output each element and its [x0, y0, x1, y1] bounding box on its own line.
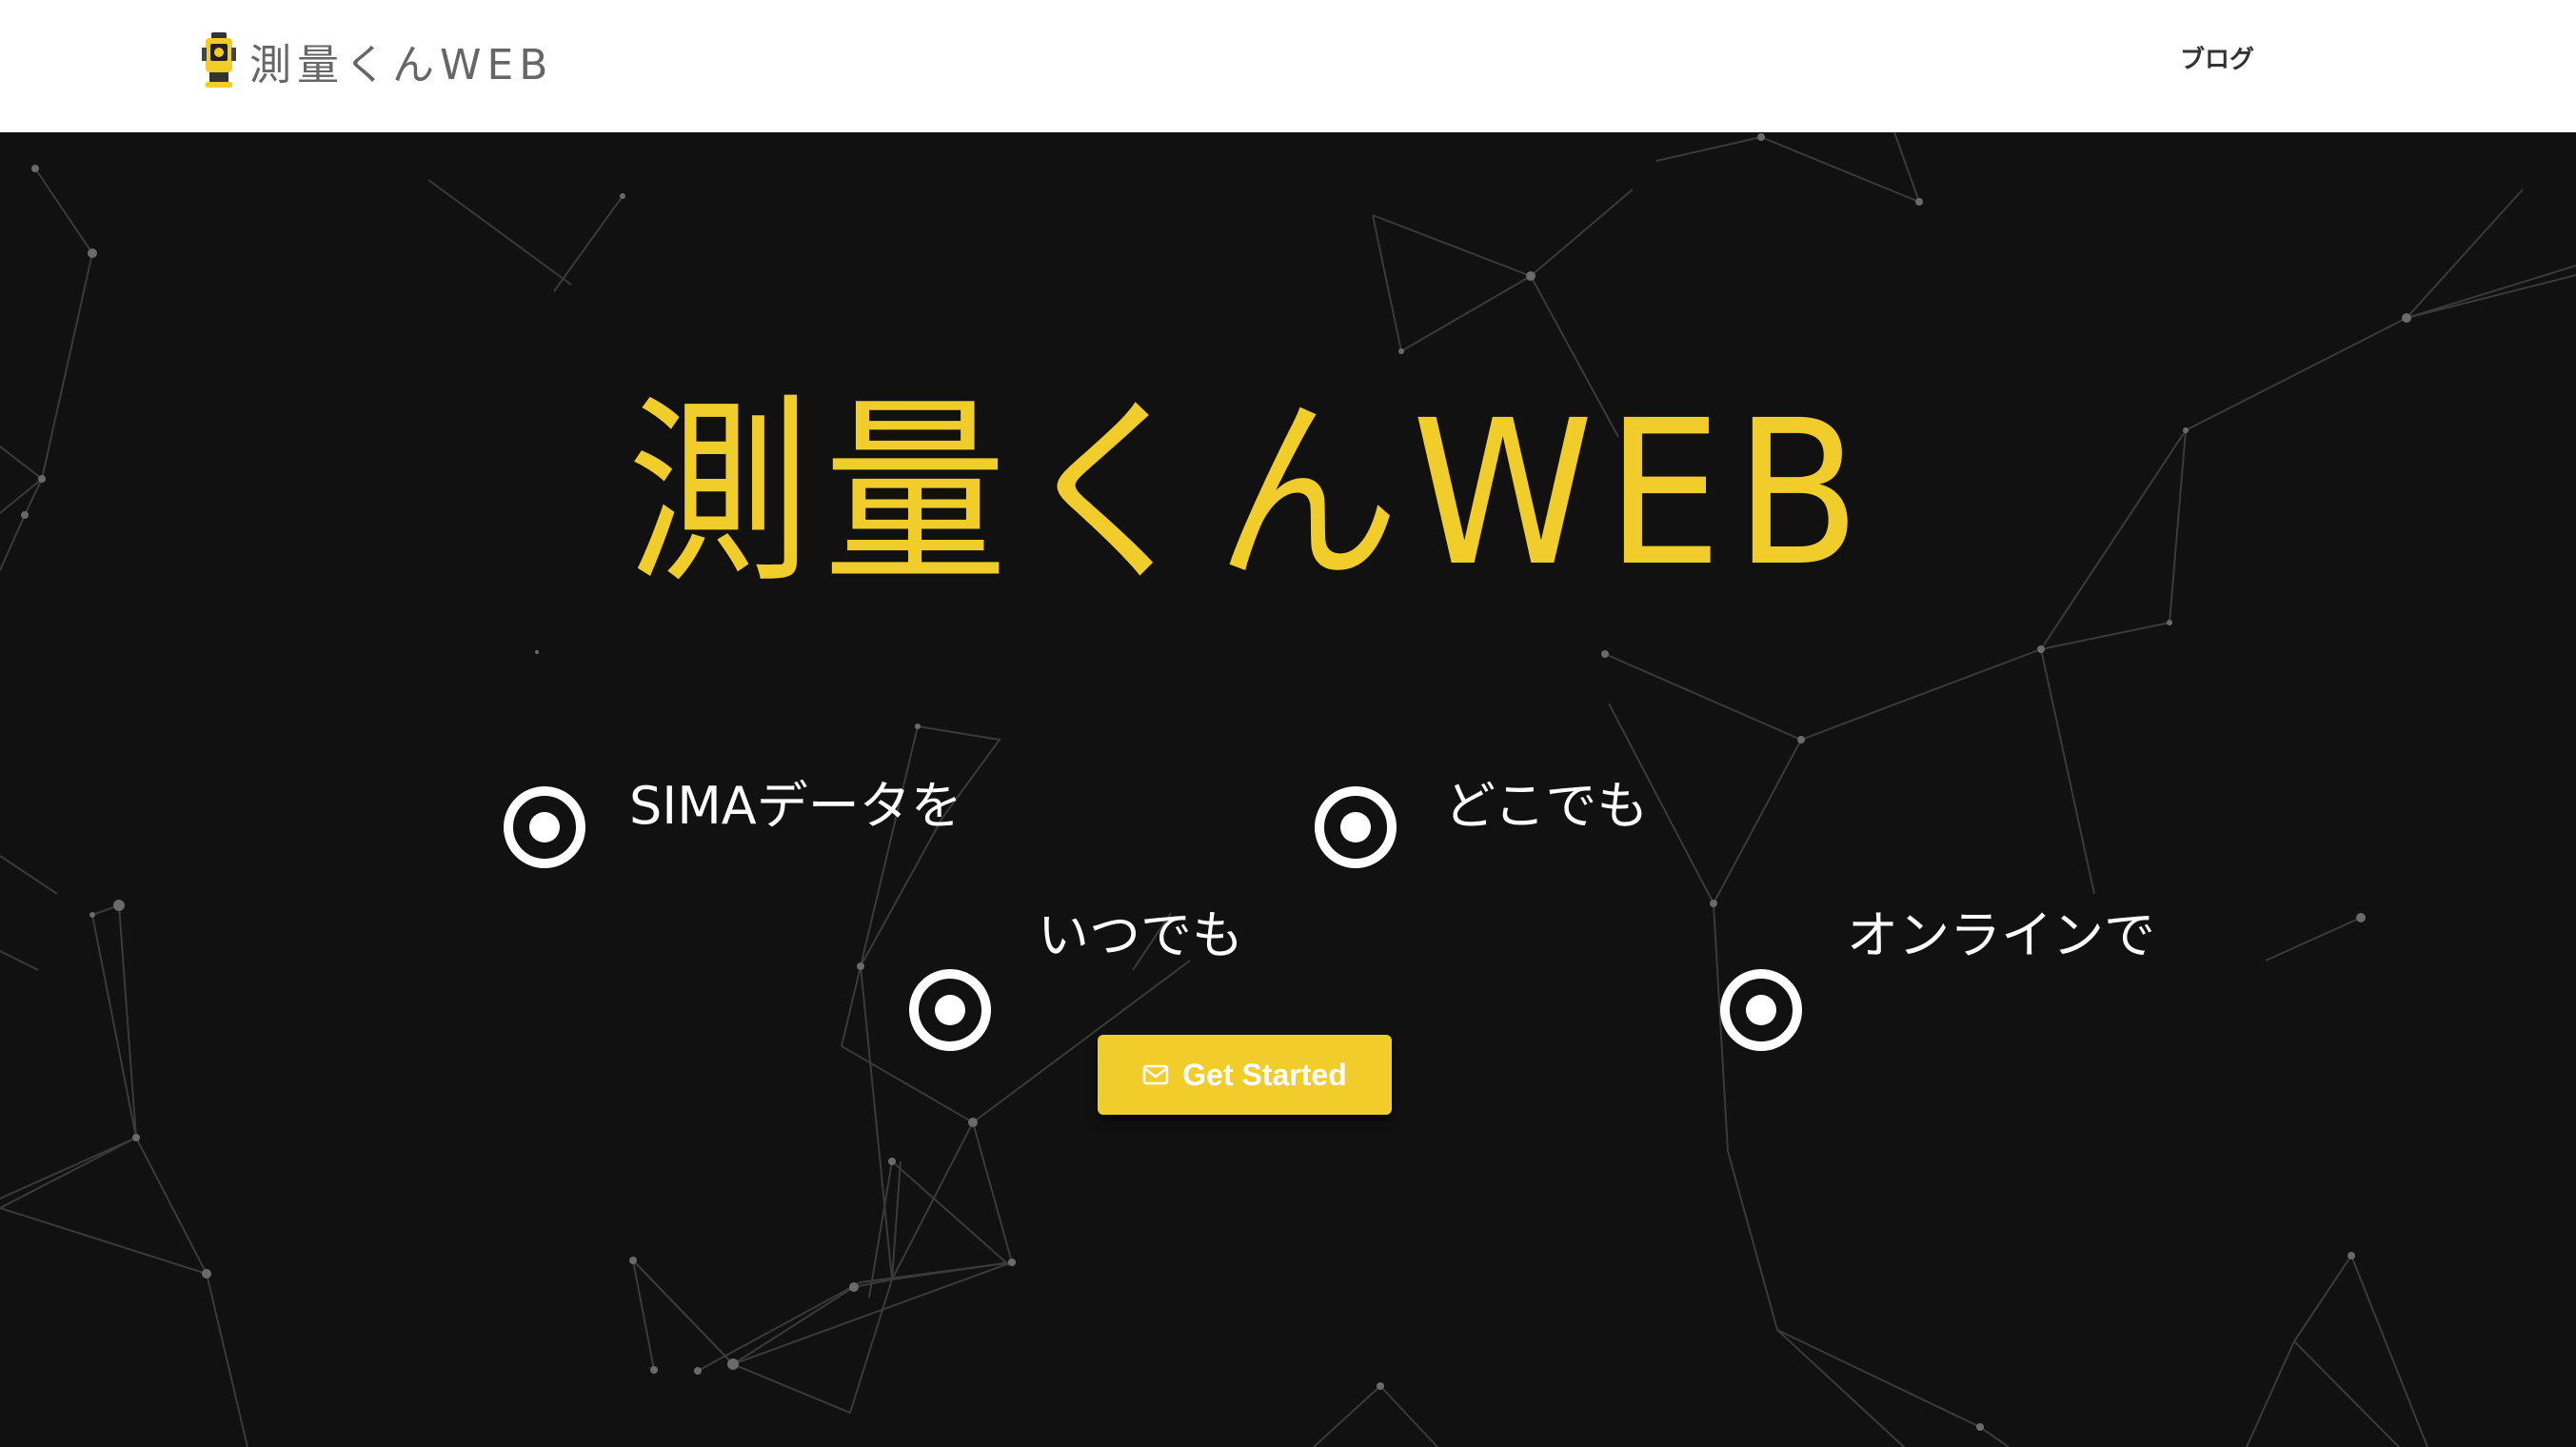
get-started-button[interactable]: Get Started: [1098, 1035, 1392, 1115]
surveying-instrument-icon: [202, 32, 236, 88]
brand-logo[interactable]: 測量くんWEB: [202, 32, 554, 89]
nav-link-blog[interactable]: ブログ: [2180, 40, 2254, 75]
network-background: [0, 132, 2576, 1447]
mail-icon: [1143, 1064, 1169, 1085]
feature-label: どこでも: [1444, 776, 1649, 836]
feature-label: SIMAデータを: [629, 776, 962, 836]
target-icon: [1720, 969, 1802, 1051]
hero-section: 測量くんWEB SIMAデータを どこでも いつでも オンラインで Get St…: [0, 132, 2576, 1447]
target-icon: [1315, 786, 1397, 868]
feature-label: いつでも: [1038, 905, 1243, 965]
hero-title: 測量くんWEB: [626, 377, 1873, 610]
brand-name: 測量くんWEB: [249, 41, 554, 89]
site-header: 測量くんWEB ブログ: [0, 0, 2576, 132]
target-icon: [504, 786, 585, 868]
get-started-label: Get Started: [1182, 1057, 1347, 1092]
feature-label: オンラインで: [1847, 905, 2155, 965]
target-icon: [909, 969, 991, 1051]
